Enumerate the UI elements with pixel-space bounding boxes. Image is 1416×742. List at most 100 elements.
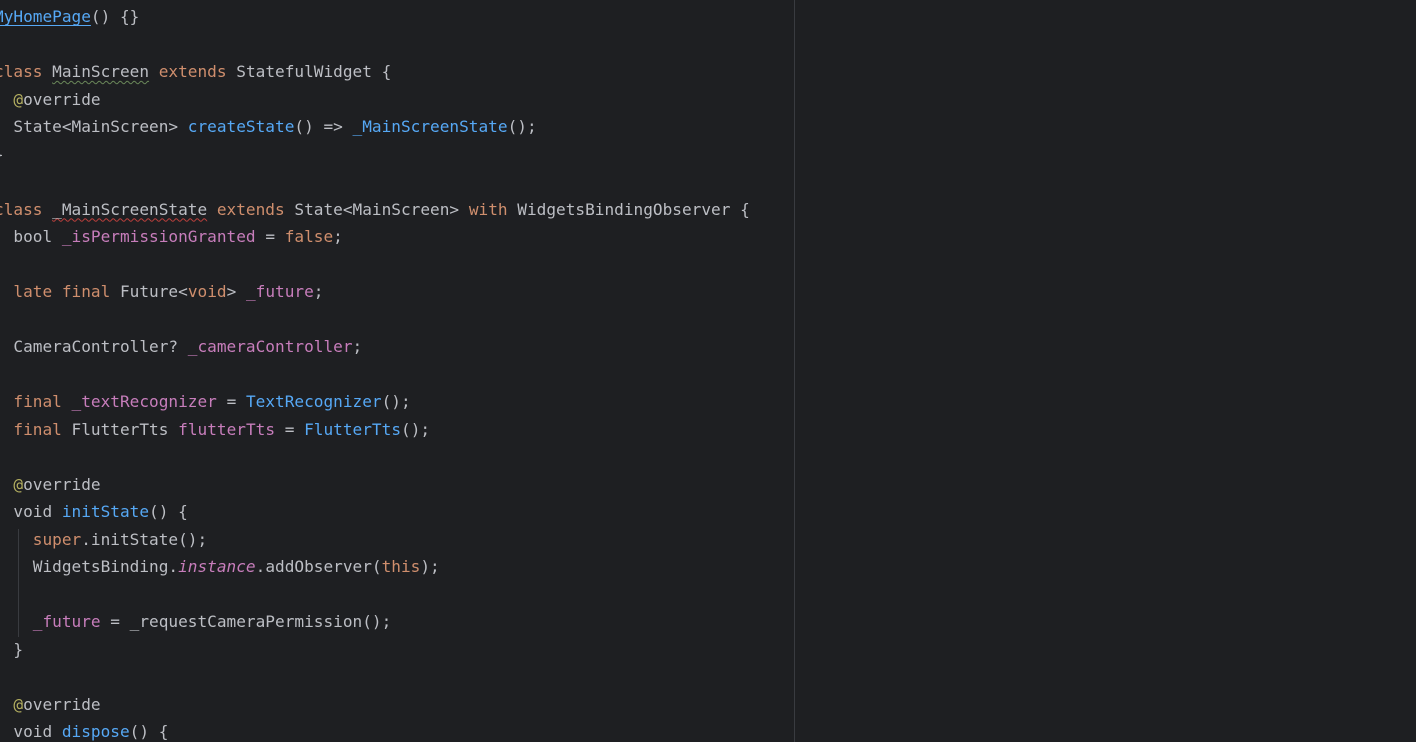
code-token: this: [381, 557, 421, 576]
code-token: override: [23, 474, 101, 494]
code-line[interactable]: final FlutterTts flutterTts = FlutterTts…: [0, 416, 794, 444]
code-token: dispose: [61, 722, 130, 741]
code-token: class: [0, 199, 43, 219]
code-token: MyHomePage: [0, 7, 91, 26]
code-token: void: [0, 502, 62, 521]
code-line[interactable]: [0, 361, 794, 389]
code-token: @: [13, 694, 24, 714]
code-token: _future: [245, 282, 314, 301]
code-token: flutterTts: [178, 419, 276, 439]
code-token: FlutterTts: [71, 419, 179, 439]
code-line[interactable]: class _MainScreenState extends State<Mai…: [0, 196, 794, 224]
code-token: createState: [187, 117, 295, 136]
code-token: ();: [381, 392, 411, 411]
code-line[interactable]: bool _isPermissionGranted = false;: [0, 223, 794, 251]
code-line[interactable]: [0, 443, 794, 471]
code-line[interactable]: @override: [0, 691, 794, 719]
code-token: =: [255, 227, 285, 246]
code-token: with: [468, 199, 518, 219]
code-line[interactable]: super.initState();: [0, 526, 794, 554]
code-token: >: [226, 282, 246, 301]
code-token: class: [0, 62, 43, 81]
code-token: () {}: [90, 7, 140, 26]
code-token: () =>: [294, 117, 353, 136]
code-token: _isPermissionGranted: [61, 227, 256, 246]
right-margin-guide: [794, 0, 795, 742]
code-token: CameraController?: [0, 337, 188, 356]
code-line[interactable]: [0, 581, 794, 609]
code-line[interactable]: [0, 306, 794, 334]
code-token: @: [13, 474, 24, 494]
code-token: = _requestCameraPermission();: [100, 612, 392, 631]
code-token: );: [420, 557, 440, 576]
code-token: _MainScreenState: [352, 117, 508, 136]
code-token: ();: [401, 419, 431, 439]
code-token: ;: [313, 282, 324, 301]
code-area[interactable]: MyHomePage() {}class MainScreen extends …: [0, 3, 794, 742]
code-token: bool: [0, 227, 62, 246]
code-token: WidgetsBinding.: [0, 557, 179, 576]
code-token: }: [13, 639, 24, 659]
code-token: _MainScreenState: [52, 199, 208, 219]
code-line[interactable]: @override: [0, 86, 794, 114]
code-token: FlutterTts: [304, 419, 402, 439]
code-line[interactable]: WidgetsBinding.instance.addObserver(this…: [0, 553, 794, 581]
code-token: .addObserver(: [255, 557, 382, 576]
code-token: instance: [178, 557, 256, 576]
code-token: extends: [149, 62, 237, 81]
code-line[interactable]: [0, 251, 794, 279]
code-token: @: [13, 89, 24, 109]
code-line[interactable]: void dispose() {: [0, 718, 794, 742]
code-token: TextRecognizer: [245, 392, 382, 411]
code-token: _future: [32, 612, 101, 631]
code-line[interactable]: }: [0, 141, 794, 169]
code-line[interactable]: final _textRecognizer = TextRecognizer()…: [0, 388, 794, 416]
code-token: StatefulWidget {: [236, 62, 392, 81]
code-token: late final: [13, 282, 120, 301]
code-line[interactable]: State<MainScreen> createState() => _Main…: [0, 113, 794, 141]
code-token: =: [216, 392, 246, 411]
code-token: ();: [507, 117, 537, 136]
code-line[interactable]: late final Future<void> _future;: [0, 278, 794, 306]
code-token: void: [0, 722, 62, 741]
code-line[interactable]: void initState() {: [0, 498, 794, 526]
code-line[interactable]: CameraController? _cameraController;: [0, 333, 794, 361]
code-line[interactable]: @override: [0, 471, 794, 499]
code-token: () {: [129, 722, 169, 741]
code-line[interactable]: _future = _requestCameraPermission();: [0, 608, 794, 636]
code-line[interactable]: [0, 663, 794, 691]
code-token: _cameraController: [187, 337, 353, 356]
code-token: Future<: [119, 282, 188, 301]
code-token: false: [284, 227, 334, 246]
code-token: void: [187, 282, 227, 301]
code-token: =: [275, 419, 305, 439]
code-line[interactable]: MyHomePage() {}: [0, 3, 794, 31]
code-token: initState: [61, 502, 150, 521]
code-token: override: [23, 89, 101, 109]
code-token: .initState();: [81, 529, 208, 549]
code-line[interactable]: }: [0, 636, 794, 664]
code-line[interactable]: [0, 168, 794, 196]
code-token: State<MainScreen>: [0, 117, 188, 136]
code-token: State<MainScreen>: [294, 199, 469, 219]
code-token: MainScreen: [52, 62, 150, 81]
code-token: () {: [149, 502, 188, 521]
code-token: ;: [352, 337, 363, 356]
code-line[interactable]: class MainScreen extends StatefulWidget …: [0, 58, 794, 86]
code-token: override: [23, 694, 101, 714]
code-line[interactable]: [0, 31, 794, 59]
code-token: }: [0, 145, 4, 164]
code-token: final: [13, 419, 72, 439]
code-token: super: [32, 529, 82, 549]
code-editor[interactable]: MyHomePage() {}class MainScreen extends …: [0, 0, 1416, 742]
code-token: final: [13, 392, 72, 411]
code-token: WidgetsBindingObserver {: [517, 199, 750, 219]
